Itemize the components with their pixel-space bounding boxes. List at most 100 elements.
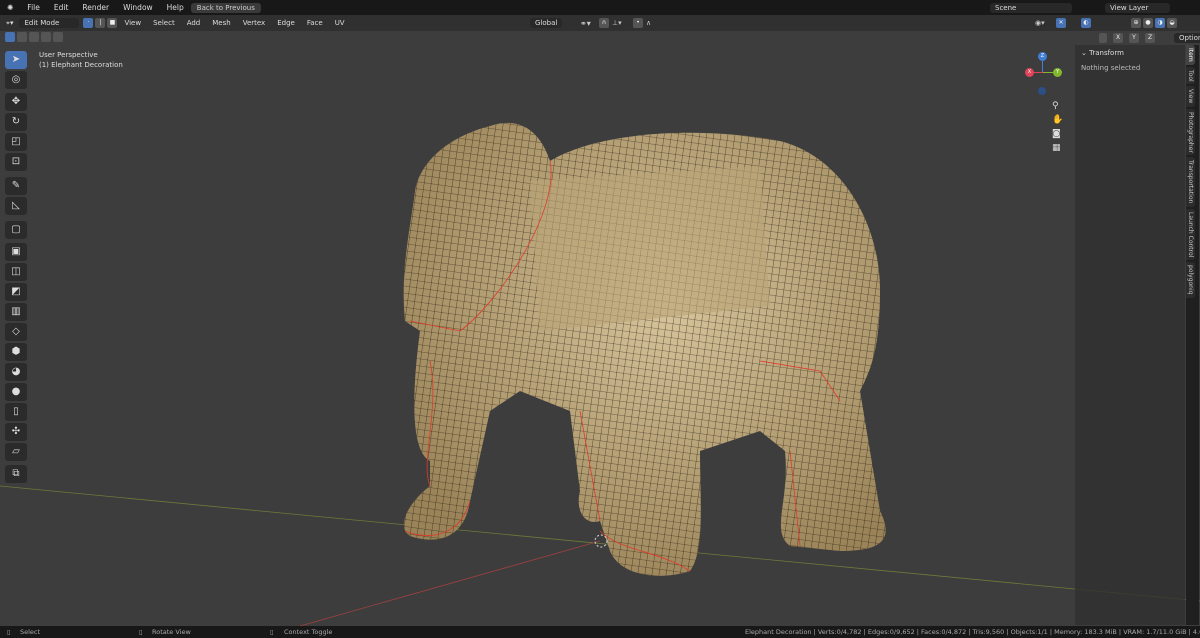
pivot-icon[interactable]: ⚭▾ <box>580 19 591 28</box>
menu-uv[interactable]: UV <box>329 19 351 27</box>
shading-material-icon[interactable]: ◑ <box>1155 18 1165 28</box>
tab-item[interactable]: Item <box>1186 45 1195 65</box>
editor-type-icon[interactable]: ⌖▾ <box>0 19 19 28</box>
tool-annotate[interactable]: ✎ <box>5 177 27 195</box>
select-subtract-icon[interactable] <box>29 32 39 42</box>
object-label: (1) Elephant Decoration <box>39 61 123 69</box>
tool-measure[interactable]: ◺ <box>5 197 27 215</box>
tool-smooth[interactable]: ● <box>5 383 27 401</box>
y-axis-line <box>299 540 601 626</box>
overlay-icon[interactable]: ◐ <box>1081 18 1091 28</box>
axis-y-toggle[interactable]: Y <box>1129 33 1139 43</box>
tool-knife[interactable]: ◇ <box>5 323 27 341</box>
tool-select-box[interactable]: ➤ <box>5 51 27 69</box>
tool-scale[interactable]: ◰ <box>5 133 27 151</box>
gizmo-y[interactable]: Y <box>1053 68 1062 77</box>
tool-shrink-fatten[interactable]: ✣ <box>5 423 27 441</box>
top-bar: ✺ File Edit Render Window Help Back to P… <box>0 0 1200 15</box>
edge-select-icon[interactable]: | <box>95 18 106 28</box>
tool-extrude[interactable]: ▣ <box>5 243 27 261</box>
select-mode-tools <box>4 32 64 42</box>
tool-rotate[interactable]: ↻ <box>5 113 27 131</box>
axis-x-toggle[interactable]: X <box>1113 33 1123 43</box>
scene-selector[interactable]: Scene <box>990 2 1072 13</box>
status-select: Select <box>20 628 41 636</box>
perspective-label: User Perspective <box>39 51 98 59</box>
saddle-blanket <box>530 166 770 331</box>
shading-wireframe-icon[interactable]: ⊕ <box>1131 18 1141 28</box>
transform-section-header[interactable]: ⌄ Transform <box>1075 45 1185 61</box>
menu-edit[interactable]: Edit <box>47 3 76 12</box>
select-new-icon[interactable] <box>5 32 15 42</box>
tab-polygoniq[interactable]: polygoniq <box>1186 262 1195 298</box>
tab-launch-control[interactable]: Launch Control <box>1186 208 1195 261</box>
sidebar-panel: ⌄ Transform Nothing selected <box>1075 45 1185 625</box>
gizmo-z[interactable]: Z <box>1038 52 1047 61</box>
select-intersect-icon[interactable] <box>53 32 63 42</box>
proportional-edit-icon[interactable]: • <box>633 18 643 28</box>
status-bar: ▯ Select ▯ Rotate View ▯ Context Toggle … <box>0 626 1200 638</box>
menu-vertex[interactable]: Vertex <box>237 19 272 27</box>
menu-window[interactable]: Window <box>116 3 160 12</box>
tab-tool[interactable]: Tool <box>1186 66 1195 85</box>
vertex-select-icon[interactable]: · <box>83 18 94 28</box>
menu-edge[interactable]: Edge <box>271 19 301 27</box>
tool-move[interactable]: ✥ <box>5 93 27 111</box>
snap-target-icon[interactable]: ⊥▾ <box>612 19 622 27</box>
transform-title: Transform <box>1089 49 1124 57</box>
axis-z-toggle[interactable]: Z <box>1145 33 1155 43</box>
scene-canvas <box>0 122 1200 626</box>
zoom-icon[interactable]: ⚲ <box>1052 101 1063 111</box>
tool-cursor[interactable]: ◎ <box>5 71 27 89</box>
menu-add[interactable]: Add <box>181 19 207 27</box>
nothing-selected-label: Nothing selected <box>1081 64 1141 72</box>
perspective-grid-icon[interactable]: ▦ <box>1052 143 1063 153</box>
tool-poly-build[interactable]: ⬢ <box>5 343 27 361</box>
orientation-selector[interactable]: Global <box>530 18 563 28</box>
tool-inset[interactable]: ◫ <box>5 263 27 281</box>
tab-transportation[interactable]: Transportation <box>1186 157 1195 207</box>
view-layer-selector[interactable]: View Layer <box>1105 2 1170 13</box>
tool-edge-slide[interactable]: ▯ <box>5 403 27 421</box>
face-select-icon[interactable]: ■ <box>107 18 118 28</box>
pan-hand-icon[interactable]: ✋ <box>1052 115 1063 125</box>
mode-selector[interactable]: Edit Mode <box>19 18 80 28</box>
axis-constraint-icon[interactable] <box>1099 33 1107 43</box>
tab-photographer[interactable]: Photographer <box>1186 108 1195 156</box>
back-to-previous-button[interactable]: Back to Previous <box>190 2 261 13</box>
shading-solid-icon[interactable]: ● <box>1143 18 1153 28</box>
tool-shear[interactable]: ▱ <box>5 443 27 461</box>
blender-logo-icon[interactable]: ✺ <box>0 3 20 12</box>
menu-file[interactable]: File <box>20 3 47 12</box>
select-extend-icon[interactable] <box>17 32 27 42</box>
shading-rendered-icon[interactable]: ◒ <box>1167 18 1177 28</box>
3d-viewport[interactable]: User Perspective (1) Elephant Decoration… <box>0 31 1200 626</box>
status-rotate: Rotate View <box>152 628 191 636</box>
menu-face[interactable]: Face <box>301 19 329 27</box>
gizmo-icon[interactable]: ✕ <box>1056 18 1066 28</box>
falloff-icon[interactable]: ∧ <box>646 19 651 27</box>
tool-bevel[interactable]: ◩ <box>5 283 27 301</box>
menu-mesh[interactable]: Mesh <box>206 19 236 27</box>
menu-help[interactable]: Help <box>160 3 191 12</box>
tool-loop-cut[interactable]: ▥ <box>5 303 27 321</box>
tool-rip[interactable]: ⧉ <box>5 465 27 483</box>
select-invert-icon[interactable] <box>41 32 51 42</box>
tool-add-cube[interactable]: ▢ <box>5 221 27 239</box>
visibility-icon[interactable]: ◉▾ <box>1035 19 1045 27</box>
options-dropdown[interactable]: Options <box>1174 33 1200 43</box>
menu-render[interactable]: Render <box>75 3 116 12</box>
tool-transform[interactable]: ⊡ <box>5 153 27 171</box>
snap-icon[interactable]: ∩ <box>599 18 609 28</box>
camera-icon[interactable]: ◙ <box>1052 129 1063 139</box>
mouse-right-icon: ▯ <box>270 628 274 636</box>
gizmo-x[interactable]: X <box>1025 68 1034 77</box>
elephant-mesh <box>403 122 886 576</box>
tab-view[interactable]: View <box>1186 86 1195 107</box>
tool-spin[interactable]: ◕ <box>5 363 27 381</box>
3d-cursor <box>594 534 608 548</box>
menu-select[interactable]: Select <box>147 19 181 27</box>
menu-view[interactable]: View <box>118 19 147 27</box>
mouse-left-icon: ▯ <box>7 628 11 636</box>
navigation-gizmo[interactable]: Z X Y <box>1020 49 1068 99</box>
